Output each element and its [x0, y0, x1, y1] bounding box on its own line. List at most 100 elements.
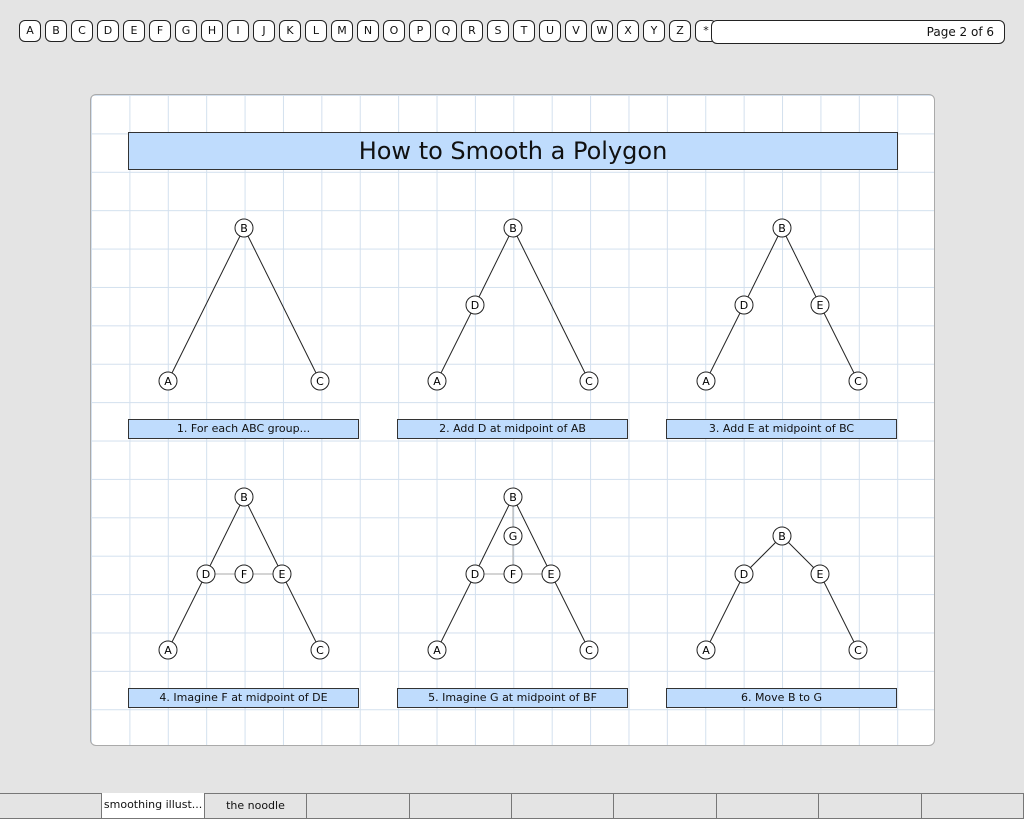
edge-BE	[243, 496, 283, 575]
page-tab[interactable]	[307, 793, 410, 819]
edge-BC	[512, 227, 590, 382]
node-E-label: E	[817, 568, 824, 581]
node-D-label: D	[740, 568, 748, 581]
edge-AD	[436, 304, 476, 382]
node-D-label: D	[471, 568, 479, 581]
node-A-label: A	[702, 644, 710, 657]
node-C-label: C	[316, 644, 324, 657]
node-E-label: E	[548, 568, 555, 581]
letter-button[interactable]: H	[201, 20, 223, 42]
node-F-label: F	[510, 568, 516, 581]
letter-button[interactable]: P	[409, 20, 431, 42]
letter-button[interactable]: K	[279, 20, 301, 42]
letter-button[interactable]: A	[19, 20, 41, 42]
letter-button[interactable]: E	[123, 20, 145, 42]
letter-button[interactable]: W	[591, 20, 613, 42]
node-A-label: A	[433, 644, 441, 657]
letter-button[interactable]: I	[227, 20, 249, 42]
node-C-label: C	[585, 644, 593, 657]
diagram-step-3: A B C D E	[696, 218, 868, 391]
letter-button[interactable]: J	[253, 20, 275, 42]
caption-step-6: 6. Move B to G	[666, 688, 897, 708]
node-B-label: B	[240, 222, 248, 235]
edge-BE	[781, 227, 821, 306]
letter-button[interactable]: V	[565, 20, 587, 42]
caption-step-2: 2. Add D at midpoint of AB	[397, 419, 628, 439]
node-A-label: A	[164, 375, 172, 388]
diagram-step-4: A B C D E F	[158, 487, 330, 660]
node-F-label: F	[241, 568, 247, 581]
page-sheet: A B C A B C D A B C D E A B C D E F A B C D E F G A B C D E How to Sm…	[90, 94, 935, 746]
edge-AD	[705, 304, 745, 382]
page-tab[interactable]	[819, 793, 922, 819]
node-A-label: A	[433, 375, 441, 388]
caption-step-3: 3. Add E at midpoint of BC	[666, 419, 897, 439]
page-tab[interactable]	[614, 793, 717, 819]
node-B-label: B	[509, 491, 517, 504]
letter-button[interactable]: T	[513, 20, 535, 42]
letter-index-bar: A B C D E F G H I J K L M N O P Q R S T U V W X Y Z *	[19, 20, 717, 42]
node-C-label: C	[854, 375, 862, 388]
node-B-label: B	[240, 491, 248, 504]
letter-button[interactable]: U	[539, 20, 561, 42]
node-B-label: B	[778, 530, 786, 543]
page-tab[interactable]	[921, 793, 1024, 819]
edge-EC	[281, 573, 321, 651]
edge-DB	[205, 496, 245, 575]
node-A-label: A	[164, 644, 172, 657]
caption-step-4: 4. Imagine F at midpoint of DE	[128, 688, 359, 708]
node-B-label: B	[509, 222, 517, 235]
node-C-label: C	[316, 375, 324, 388]
letter-button[interactable]: M	[331, 20, 353, 42]
node-B-label: B	[778, 222, 786, 235]
edge-AD	[167, 573, 207, 651]
letter-button[interactable]: Q	[435, 20, 457, 42]
bottom-tab-bar: smoothing illust... the noodle	[0, 793, 1024, 819]
letter-button[interactable]: L	[305, 20, 327, 42]
diagram-step-1: A B C	[158, 218, 330, 391]
page-title: How to Smooth a Polygon	[128, 132, 898, 170]
letter-button[interactable]: F	[149, 20, 171, 42]
diagram-step-2: A B C D	[427, 218, 599, 391]
edge-DB	[474, 227, 514, 306]
caption-step-1: 1. For each ABC group...	[128, 419, 359, 439]
letter-button[interactable]: G	[175, 20, 197, 42]
page-tab[interactable]	[716, 793, 820, 819]
letter-button[interactable]: Y	[643, 20, 665, 42]
node-E-label: E	[817, 299, 824, 312]
node-E-label: E	[279, 568, 286, 581]
letter-button[interactable]: B	[45, 20, 67, 42]
page-indicator: Page 2 of 6	[711, 20, 1005, 44]
diagram-step-5: A B C D E F G	[427, 487, 599, 660]
letter-button[interactable]: C	[71, 20, 93, 42]
page-tab[interactable]: the noodle	[204, 793, 308, 819]
letter-button[interactable]: N	[357, 20, 379, 42]
letter-button[interactable]: R	[461, 20, 483, 42]
node-D-label: D	[471, 299, 479, 312]
letter-button[interactable]: O	[383, 20, 405, 42]
page-tab[interactable]	[0, 793, 103, 819]
edge-EC	[819, 304, 859, 382]
page-tab[interactable]	[511, 793, 615, 819]
letter-button[interactable]: D	[97, 20, 119, 42]
edge-EC	[819, 573, 859, 651]
edge-AD	[705, 573, 745, 651]
letter-button[interactable]: S	[487, 20, 509, 42]
edge-EC	[550, 573, 590, 651]
page-tab[interactable]	[409, 793, 512, 819]
node-G-label: G	[509, 530, 518, 543]
letter-button[interactable]: Z	[669, 20, 691, 42]
diagram-step-6: A B C D E	[696, 526, 868, 660]
page-tab[interactable]: smoothing illust...	[102, 793, 205, 819]
edge-BC	[243, 227, 321, 382]
node-D-label: D	[740, 299, 748, 312]
edge-DB	[743, 227, 783, 306]
edge-AD	[436, 573, 476, 651]
node-C-label: C	[585, 375, 593, 388]
edge-AB	[167, 227, 245, 382]
node-A-label: A	[702, 375, 710, 388]
caption-step-5: 5. Imagine G at midpoint of BF	[397, 688, 628, 708]
node-D-label: D	[202, 568, 210, 581]
node-C-label: C	[854, 644, 862, 657]
letter-button[interactable]: X	[617, 20, 639, 42]
